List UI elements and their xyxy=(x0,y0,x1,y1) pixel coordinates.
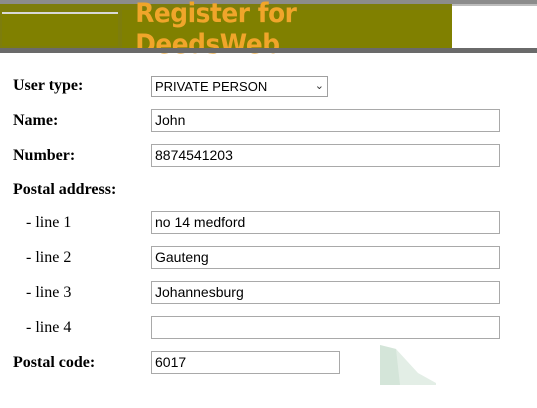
address-line1-label: - line 1 xyxy=(26,214,72,231)
postal-code-label: Postal code: xyxy=(13,354,96,371)
user-type-select[interactable]: PRIVATE PERSON ⌄ xyxy=(151,76,328,97)
postal-code-field[interactable]: 6017 xyxy=(151,351,340,374)
user-type-selected-value: PRIVATE PERSON xyxy=(155,79,268,94)
address-line3-field[interactable]: Johannesburg xyxy=(151,281,500,304)
name-label: Name: xyxy=(13,112,59,129)
chevron-down-icon: ⌄ xyxy=(314,80,324,92)
name-field[interactable]: John xyxy=(151,109,500,132)
address-line1-field[interactable]: no 14 medford xyxy=(151,211,500,234)
number-field[interactable]: 8874541203 xyxy=(151,144,500,167)
address-line4-field[interactable] xyxy=(151,316,500,339)
number-label: Number: xyxy=(13,147,76,164)
banner-left-panel xyxy=(2,12,118,46)
header-banner: Register for DeedsWeb xyxy=(0,0,537,60)
watermark-emblem-icon xyxy=(380,345,436,385)
postal-address-label: Postal address: xyxy=(13,181,117,198)
user-type-label: User type: xyxy=(13,77,84,94)
address-line2-field[interactable]: Gauteng xyxy=(151,246,500,269)
address-line3-label: - line 3 xyxy=(26,284,72,301)
banner-bottom-border xyxy=(0,48,537,53)
address-line2-label: - line 2 xyxy=(26,249,72,266)
page-title: Register for DeedsWeb xyxy=(135,0,297,60)
banner-right-panel xyxy=(452,4,537,48)
address-line4-label: - line 4 xyxy=(26,319,72,336)
